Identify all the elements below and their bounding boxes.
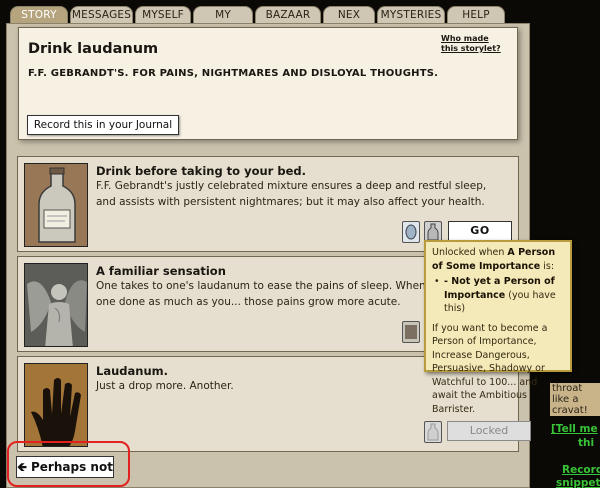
storylet-description: F.F. GEBRANDT'S. FOR PAINS, NIGHTMARES A… <box>28 68 439 79</box>
branch-title: Laudanum. <box>96 364 168 378</box>
tab-help[interactable]: HELP <box>447 6 505 24</box>
locked-button[interactable]: Locked <box>447 421 531 441</box>
tab-messages[interactable]: MESSAGES <box>70 6 133 24</box>
tab-my-friends[interactable]: MY FRIENDS <box>193 6 253 38</box>
storylet-header: Drink laudanum F.F. GEBRANDT'S. FOR PAIN… <box>18 27 518 140</box>
requirement-list: - Not yet a Person of Importance (you ha… <box>432 275 564 316</box>
tab-mysteries[interactable]: MYSTERIES <box>377 6 445 24</box>
sidebar-fragment-thi: thi <box>578 437 595 449</box>
storylet-title: Drink laudanum <box>28 41 159 57</box>
highlight-annotation <box>7 441 130 487</box>
quality-image-icon[interactable] <box>402 321 420 343</box>
angel-statue-image <box>24 263 88 347</box>
tab-bazaar[interactable]: BAZAAR <box>255 6 321 24</box>
quality-bottle-icon[interactable] <box>424 421 442 443</box>
record-journal-button[interactable]: Record this in your Journal <box>27 115 179 135</box>
snippet-link[interactable]: snippet <box>556 477 600 488</box>
quality-egg-icon[interactable] <box>402 221 420 243</box>
branch-text: One takes to one's laudanum to ease the … <box>96 280 426 308</box>
laudanum-bottle-image <box>24 163 88 247</box>
branch-text: F.F. Gebrandt's justly celebrated mixtur… <box>96 180 487 208</box>
branch-title: Drink before taking to your bed. <box>96 164 306 178</box>
branch-drink-before-bed: Drink before taking to your bed. F.F. Ge… <box>17 156 519 252</box>
unlock-tooltip: Unlocked when A Person of Some Importanc… <box>424 240 572 415</box>
tab-bar: STORY MESSAGES MYSELF MY FRIENDS BAZAAR … <box>3 0 523 38</box>
sidebar-fragment-2: throat like a cravat! <box>550 383 600 416</box>
branch-title: A familiar sensation <box>96 264 226 278</box>
tooltip-is: is: <box>543 260 555 272</box>
go-button[interactable]: GO <box>448 221 512 241</box>
hand-image <box>24 363 88 447</box>
tooltip-intro: Unlocked when <box>432 247 505 258</box>
tab-nex[interactable]: NEX <box>323 6 375 24</box>
tooltip-advice: If you want to become a Person of Import… <box>432 322 548 415</box>
requirement-item: - Not yet a Person of Importance (you ha… <box>432 275 564 316</box>
tell-me-link[interactable]: [Tell me <box>551 423 598 435</box>
record-link[interactable]: Record <box>562 464 600 476</box>
who-made-link[interactable]: Who made this storylet? <box>441 34 503 54</box>
tab-story[interactable]: STORY <box>10 6 68 24</box>
tab-myself[interactable]: MYSELF <box>135 6 191 24</box>
